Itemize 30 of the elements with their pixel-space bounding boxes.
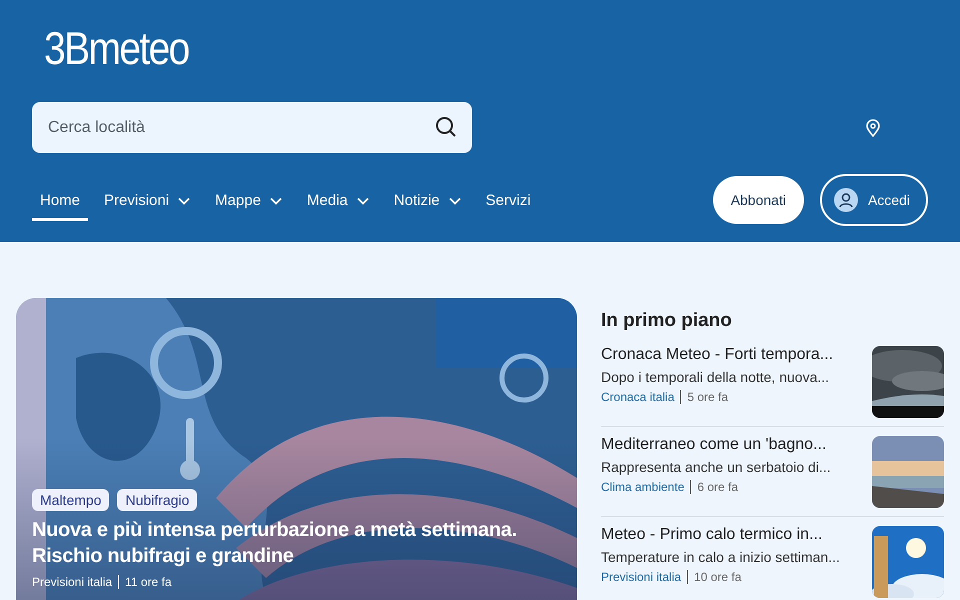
login-button[interactable]: Accedi [820, 174, 928, 226]
logo[interactable]: 3Bmeteo [44, 24, 189, 72]
nav-tab[interactable]: Mappe [207, 179, 291, 221]
user-icon [834, 188, 858, 212]
category-link[interactable]: Cronaca italia [601, 390, 674, 404]
article-title[interactable]: Mediterraneo come un 'bagno... [601, 436, 862, 454]
section-heading: In primo piano [601, 310, 733, 332]
timestamp: 11 ore fa [125, 575, 172, 589]
subscribe-button[interactable]: Abbonati [712, 176, 804, 224]
timestamp: 5 ore fa [687, 390, 728, 404]
category-link[interactable]: Clima ambiente [601, 480, 684, 494]
tag[interactable]: Nubifragio [117, 489, 198, 511]
timestamp: 6 ore fa [697, 480, 738, 494]
nav-tab[interactable]: Home [32, 179, 88, 221]
article-summary: Rappresenta anche un serbatoio di... [601, 459, 832, 475]
article-summary: Temperature in calo a inizio settiman... [601, 549, 841, 565]
nav-tab[interactable]: Previsioni [96, 179, 200, 221]
article-title[interactable]: Cronaca Meteo - Forti tempora... [601, 346, 862, 364]
nav-tab[interactable]: Servizi [478, 179, 539, 221]
article-summary: Dopo i temporali della notte, nuova... [601, 369, 830, 385]
location-pin-icon[interactable] [865, 118, 881, 136]
article-title[interactable]: Meteo - Primo calo termico in... [601, 526, 862, 544]
nav-tab[interactable]: Media [298, 179, 378, 221]
search-field[interactable]: Cerca località [32, 102, 472, 153]
timestamp: 10 ore fa [694, 570, 742, 584]
category-link[interactable]: Previsioni italia [601, 570, 682, 584]
search-icon[interactable] [434, 115, 458, 139]
category-link[interactable]: Previsioni italia [32, 575, 112, 589]
tag[interactable]: Maltempo [32, 489, 110, 511]
nav-tab[interactable]: Notizie [386, 179, 470, 221]
